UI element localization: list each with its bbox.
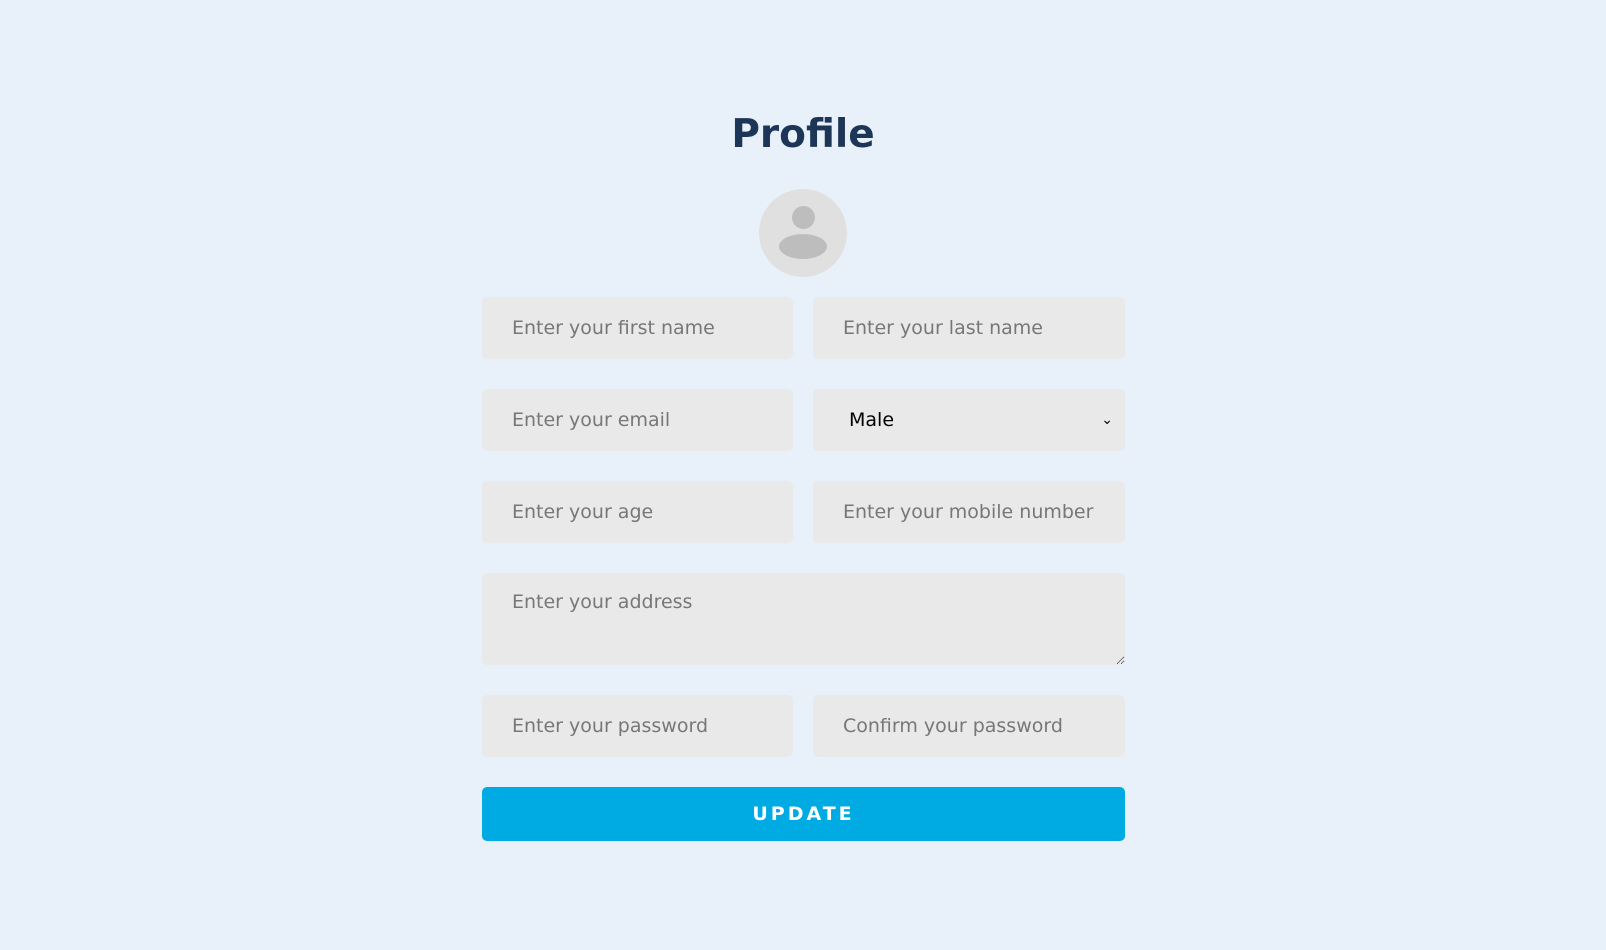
update-button[interactable]: UPDATE — [482, 787, 1125, 841]
gender-value: Male — [849, 409, 895, 431]
mobile-input[interactable] — [813, 481, 1125, 543]
chevron-down-icon: ⌄ — [1101, 412, 1113, 428]
page-title: Profile — [731, 112, 875, 157]
first-name-input[interactable] — [482, 297, 793, 359]
avatar[interactable] — [759, 189, 847, 277]
gender-select[interactable]: Male ⌄ — [813, 389, 1125, 451]
password-input[interactable] — [482, 695, 793, 757]
email-input[interactable] — [482, 389, 793, 451]
last-name-input[interactable] — [813, 297, 1125, 359]
address-textarea[interactable] — [482, 573, 1125, 665]
confirm-password-input[interactable] — [813, 695, 1125, 757]
age-input[interactable] — [482, 481, 793, 543]
